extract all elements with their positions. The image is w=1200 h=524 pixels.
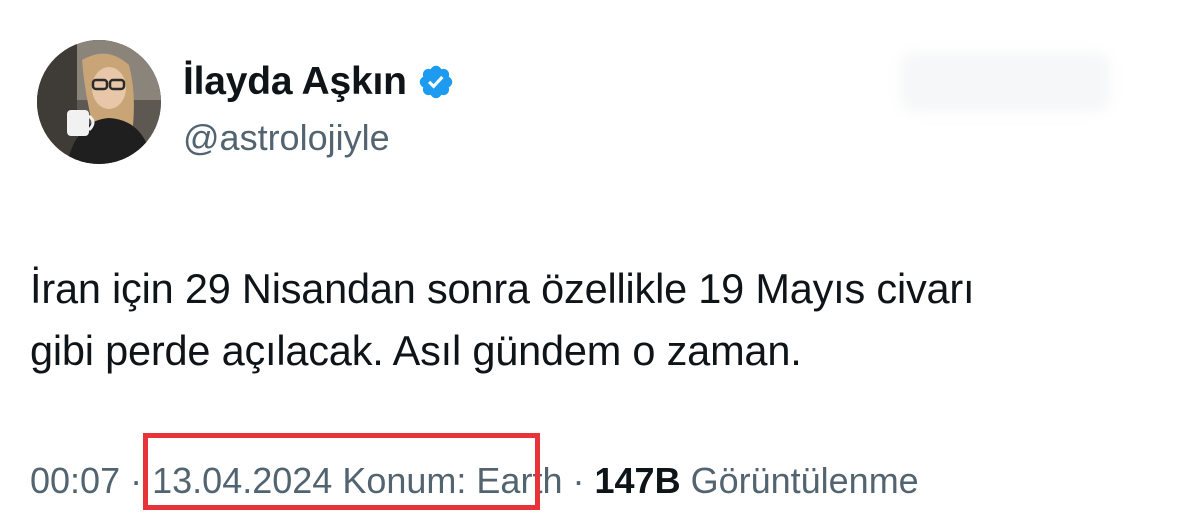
verified-badge-icon[interactable] xyxy=(417,63,455,101)
meta-separator: · xyxy=(572,460,585,501)
meta-separator: · xyxy=(130,460,143,501)
views-label[interactable]: Görüntülenme xyxy=(691,460,919,501)
blurred-area xyxy=(900,52,1110,112)
avatar-image xyxy=(37,40,161,164)
highlight-annotation-box xyxy=(143,433,540,510)
tweet-screenshot: İlayda Aşkın @astrolojiyle İran için 29 … xyxy=(0,0,1200,524)
tweet-text: İran için 29 Nisandan sonra özellikle 19… xyxy=(30,258,1180,382)
views-count[interactable]: 147B xyxy=(595,460,681,501)
tweet-time[interactable]: 00:07 xyxy=(30,460,120,501)
author-name-row: İlayda Aşkın xyxy=(183,56,455,108)
author-handle[interactable]: @astrolojiyle xyxy=(183,114,390,162)
tweet-text-line: gibi perde açılacak. Asıl gündem o zaman… xyxy=(30,327,802,374)
tweet-text-line: İran için 29 Nisandan sonra özellikle 19… xyxy=(30,265,975,312)
author-display-name[interactable]: İlayda Aşkın xyxy=(183,56,407,108)
avatar[interactable] xyxy=(37,40,161,164)
